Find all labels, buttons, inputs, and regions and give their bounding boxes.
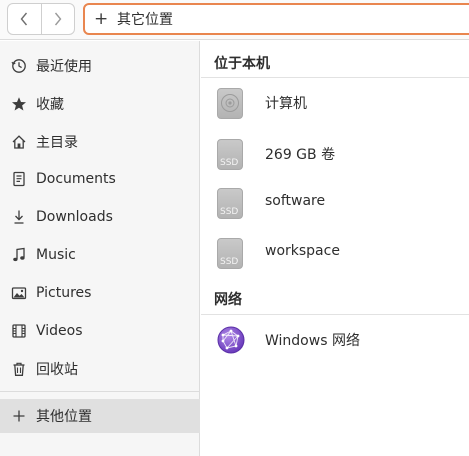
disc-drive-icon bbox=[217, 88, 245, 120]
sidebar-item-music[interactable]: Music bbox=[0, 238, 200, 272]
sidebar-item-documents[interactable]: Documents bbox=[0, 162, 200, 196]
sidebar-item-recent[interactable]: 最近使用 bbox=[0, 49, 200, 83]
location-bar[interactable]: + 其它位置 bbox=[83, 3, 469, 35]
network-globe-icon bbox=[217, 325, 245, 357]
sidebar-item-label: 最近使用 bbox=[36, 59, 92, 75]
header-bar: + 其它位置 bbox=[0, 0, 469, 40]
plus-icon: + bbox=[94, 8, 109, 29]
location-label: 计算机 bbox=[265, 96, 307, 112]
sidebar-item-home[interactable]: 主目录 bbox=[0, 125, 200, 159]
ssd-drive-icon: SSD bbox=[217, 238, 245, 270]
location-label: Windows 网络 bbox=[265, 333, 360, 349]
sidebar: 最近使用 收藏 主目录 Documents Downloads Music Pi… bbox=[0, 41, 200, 456]
sidebar-item-starred[interactable]: 收藏 bbox=[0, 87, 200, 121]
file-manager-window: + 其它位置 最近使用 收藏 主目录 Documents Downloads M… bbox=[0, 0, 469, 456]
chevron-left-icon bbox=[20, 12, 28, 26]
document-icon bbox=[11, 171, 27, 187]
ssd-drive-icon: SSD bbox=[217, 139, 245, 171]
sidebar-item-videos[interactable]: Videos bbox=[0, 314, 200, 348]
location-row-computer[interactable]: 计算机 bbox=[201, 78, 469, 128]
sidebar-item-label: 主目录 bbox=[36, 135, 78, 151]
ssd-drive-icon: SSD bbox=[217, 188, 245, 220]
main-content: 位于本机 计算机 SSD 269 GB 卷 SSD software SSD w… bbox=[201, 41, 469, 456]
plus-icon bbox=[11, 408, 27, 424]
forward-button[interactable] bbox=[40, 4, 75, 34]
location-row-269gb-volume[interactable]: SSD 269 GB 卷 bbox=[201, 129, 469, 179]
location-row-windows-network[interactable]: Windows 网络 bbox=[201, 315, 469, 365]
location-label: 269 GB 卷 bbox=[265, 147, 336, 163]
sidebar-item-label: Videos bbox=[36, 323, 83, 339]
sidebar-item-label: Pictures bbox=[36, 285, 92, 301]
sidebar-item-other-locations[interactable]: 其他位置 bbox=[0, 399, 200, 433]
sidebar-item-label: Music bbox=[36, 247, 76, 263]
sidebar-item-label: 收藏 bbox=[36, 97, 64, 113]
trash-icon bbox=[11, 361, 27, 377]
sidebar-item-label: 回收站 bbox=[36, 362, 78, 378]
sidebar-item-downloads[interactable]: Downloads bbox=[0, 200, 200, 234]
star-icon bbox=[11, 96, 27, 112]
home-icon bbox=[11, 134, 27, 150]
location-row-software[interactable]: SSD software bbox=[201, 178, 469, 228]
chevron-right-icon bbox=[54, 12, 62, 26]
ssd-badge: SSD bbox=[220, 207, 239, 217]
location-row-workspace[interactable]: SSD workspace bbox=[201, 228, 469, 278]
sidebar-item-label: Downloads bbox=[36, 209, 113, 225]
film-icon bbox=[11, 323, 27, 339]
sidebar-item-trash[interactable]: 回收站 bbox=[0, 352, 200, 386]
ssd-badge: SSD bbox=[220, 257, 239, 267]
location-text: 其它位置 bbox=[117, 12, 173, 28]
sidebar-separator bbox=[0, 391, 200, 392]
location-label: workspace bbox=[265, 243, 340, 259]
ssd-badge: SSD bbox=[220, 158, 239, 168]
sidebar-item-label: Documents bbox=[36, 171, 116, 187]
navigation-buttons bbox=[7, 3, 75, 35]
music-note-icon bbox=[11, 247, 27, 263]
section-title-network: 网络 bbox=[214, 292, 242, 308]
clock-icon bbox=[11, 58, 27, 74]
back-button[interactable] bbox=[8, 4, 41, 34]
download-icon bbox=[11, 209, 27, 225]
picture-icon bbox=[11, 285, 27, 301]
location-label: software bbox=[265, 193, 326, 209]
sidebar-item-label: 其他位置 bbox=[36, 409, 92, 425]
sidebar-item-pictures[interactable]: Pictures bbox=[0, 276, 200, 310]
section-title-on-this-computer: 位于本机 bbox=[214, 56, 270, 72]
